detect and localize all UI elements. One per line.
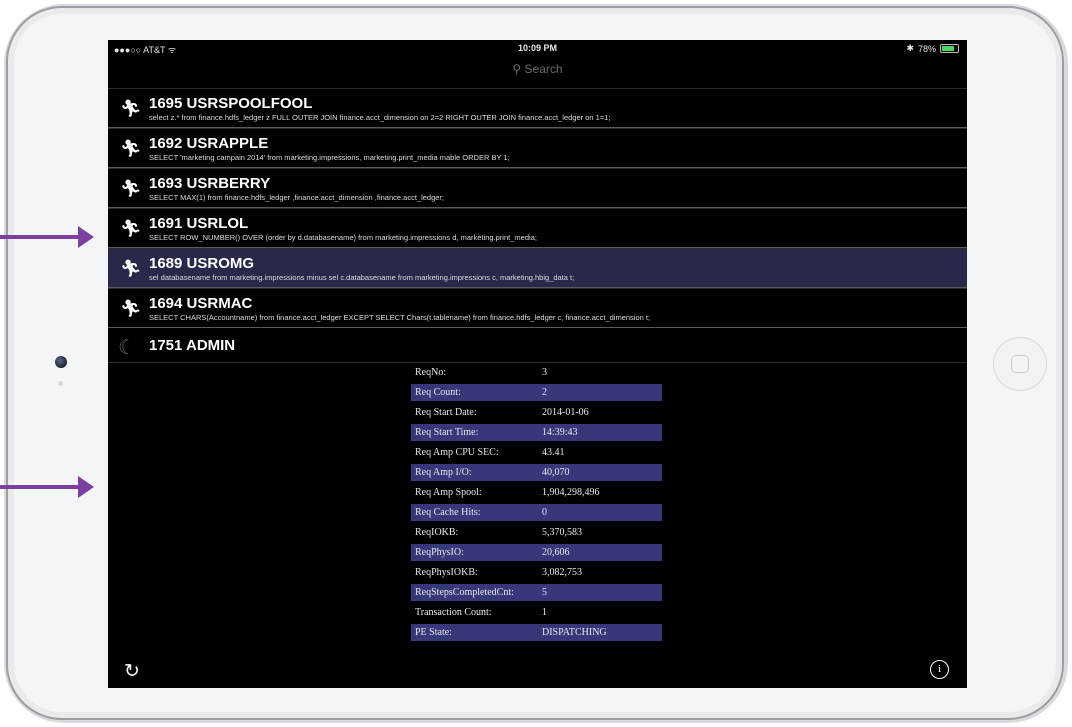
detail-value: 5,370,583: [542, 527, 582, 538]
detail-row: Req Cache Hits: 0: [411, 504, 662, 521]
detail-key: Req Amp CPU SEC:: [415, 447, 499, 458]
search-field[interactable]: ⚲ Search: [108, 62, 967, 76]
running-icon: 🏃︎: [120, 219, 142, 238]
session-row[interactable]: 🏃︎ 1694 USRMAC SELECT CHARS(Accountname) f…: [108, 288, 967, 328]
home-button[interactable]: [993, 337, 1047, 391]
running-icon: 🏃︎: [120, 259, 142, 278]
detail-key: ReqIOKB:: [415, 527, 459, 538]
detail-row: ReqIOKB: 5,370,583: [411, 524, 662, 541]
session-row[interactable]: 🏃︎ 1693 USRBERRY SELECT MAX(1) from financ…: [108, 168, 967, 208]
sensor-dot: [58, 381, 63, 386]
session-row[interactable]: 🏃︎ 1691 USRLOL SELECT ROW_NUMBER() OVER (o…: [108, 208, 967, 248]
battery-area: ✱ 78%: [906, 43, 959, 54]
session-title: 1692 USRAPPLE: [149, 135, 269, 152]
session-sql: SELECT MAX(1) from finance.hdfs_ledger ,…: [149, 193, 445, 202]
detail-row: ReqPhysIOKB: 3,082,753: [411, 564, 662, 581]
status-bar: ●●●○○ AT&T ᯤ 10:09 PM ✱ 78%: [108, 40, 967, 56]
detail-row: Req Amp Spool: 1,904,298,496: [411, 484, 662, 501]
detail-row: ReqNo: 3: [411, 364, 662, 381]
session-row[interactable]: 🏃︎ 1695 USRSPOOLFOOL select z.* from finan…: [108, 88, 967, 128]
detail-key: ReqStepsCompletedCnt:: [411, 584, 538, 601]
detail-value: 2014-01-06: [542, 407, 589, 418]
detail-value: 3: [542, 367, 547, 378]
detail-key: Req Start Date:: [415, 407, 477, 418]
annotation-arrow-1: [0, 226, 94, 248]
session-title: 1695 USRSPOOLFOOL: [149, 95, 313, 112]
detail-value: 0: [538, 504, 662, 521]
running-icon: 🏃︎: [120, 99, 142, 118]
session-sql: SELECT CHARS(Accountname) from finance.a…: [149, 313, 651, 322]
detail-row: Req Amp CPU SEC: 43.41: [411, 444, 662, 461]
detail-value: DISPATCHING: [538, 624, 662, 641]
session-sql: SELECT 'marketing campain 2014' from mar…: [149, 153, 510, 162]
refresh-icon[interactable]: ↻: [124, 660, 140, 683]
detail-value: 1: [542, 607, 547, 618]
detail-key: Req Start Time:: [411, 424, 538, 441]
detail-row: PE State: DISPATCHING: [411, 624, 662, 641]
bottom-toolbar: ↻ i: [108, 650, 967, 688]
detail-value: 14:39:43: [538, 424, 662, 441]
session-list: 🏃︎ 1695 USRSPOOLFOOL select z.* from finan…: [108, 88, 967, 328]
session-sql: SELECT ROW_NUMBER() OVER (order by d.dat…: [149, 233, 537, 242]
detail-key: Req Cache Hits:: [411, 504, 538, 521]
session-title: 1689 USROMG: [149, 255, 255, 272]
detail-key: Transaction Count:: [415, 607, 492, 618]
detail-value: 43.41: [542, 447, 565, 458]
detail-value: 5: [538, 584, 662, 601]
detail-row: Transaction Count: 1: [411, 604, 662, 621]
app-screen: ●●●○○ AT&T ᯤ 10:09 PM ✱ 78% ⚲ Search 🏃︎ 1…: [108, 40, 967, 688]
detail-value: 1,904,298,496: [542, 487, 600, 498]
annotation-arrow-2: [0, 476, 94, 498]
detail-value: 40,070: [538, 464, 662, 481]
detail-key: ReqNo:: [415, 367, 447, 378]
session-title: 1691 USRLOL: [149, 215, 249, 232]
info-icon[interactable]: i: [930, 660, 949, 679]
detail-value: 2: [538, 384, 662, 401]
bluetooth-icon: ✱: [906, 43, 914, 53]
running-icon: 🏃︎: [120, 139, 142, 158]
detail-row: ReqPhysIO: 20,606: [411, 544, 662, 561]
session-row[interactable]: 🏃︎ 1692 USRAPPLE SELECT 'marketing campain…: [108, 128, 967, 168]
session-title: 1693 USRBERRY: [149, 175, 271, 192]
detail-row: Req Start Date: 2014-01-06: [411, 404, 662, 421]
request-details-table: ReqNo: 3 Req Count: 2 Req Start Date: 2014-01…: [411, 361, 662, 644]
detail-key: PE State:: [411, 624, 538, 641]
home-square-icon: [1011, 355, 1029, 373]
session-sql: select z.* from finance.hdfs_ledger z FU…: [149, 113, 611, 122]
camera-icon: [55, 356, 67, 368]
running-icon: 🏃︎: [120, 179, 142, 198]
detail-key: Req Amp I/O:: [411, 464, 538, 481]
detail-key: Req Amp Spool:: [415, 487, 482, 498]
admin-session-row[interactable]: ☾ 1751 ADMIN: [108, 333, 967, 363]
detail-value: 20,606: [538, 544, 662, 561]
detail-value: 3,082,753: [542, 567, 582, 578]
session-row[interactable]: 🏃︎ 1689 USROMG sel databasename from marke…: [108, 248, 967, 288]
running-icon: 🏃︎: [120, 299, 142, 318]
battery-icon: [940, 44, 959, 53]
session-title: 1694 USRMAC: [149, 295, 253, 312]
detail-row: ReqStepsCompletedCnt: 5: [411, 584, 662, 601]
detail-row: Req Amp I/O: 40,070: [411, 464, 662, 481]
admin-session-title: 1751 ADMIN: [149, 337, 236, 354]
detail-row: Req Count: 2: [411, 384, 662, 401]
detail-key: ReqPhysIO:: [411, 544, 538, 561]
detail-key: Req Count:: [411, 384, 538, 401]
battery-percent: 78%: [917, 43, 936, 54]
detail-row: Req Start Time: 14:39:43: [411, 424, 662, 441]
session-sql: sel databasename from marketing.impressi…: [149, 273, 575, 282]
moon-icon: ☾: [118, 337, 136, 359]
clock-label: 10:09 PM: [517, 43, 558, 53]
detail-key: ReqPhysIOKB:: [415, 567, 478, 578]
